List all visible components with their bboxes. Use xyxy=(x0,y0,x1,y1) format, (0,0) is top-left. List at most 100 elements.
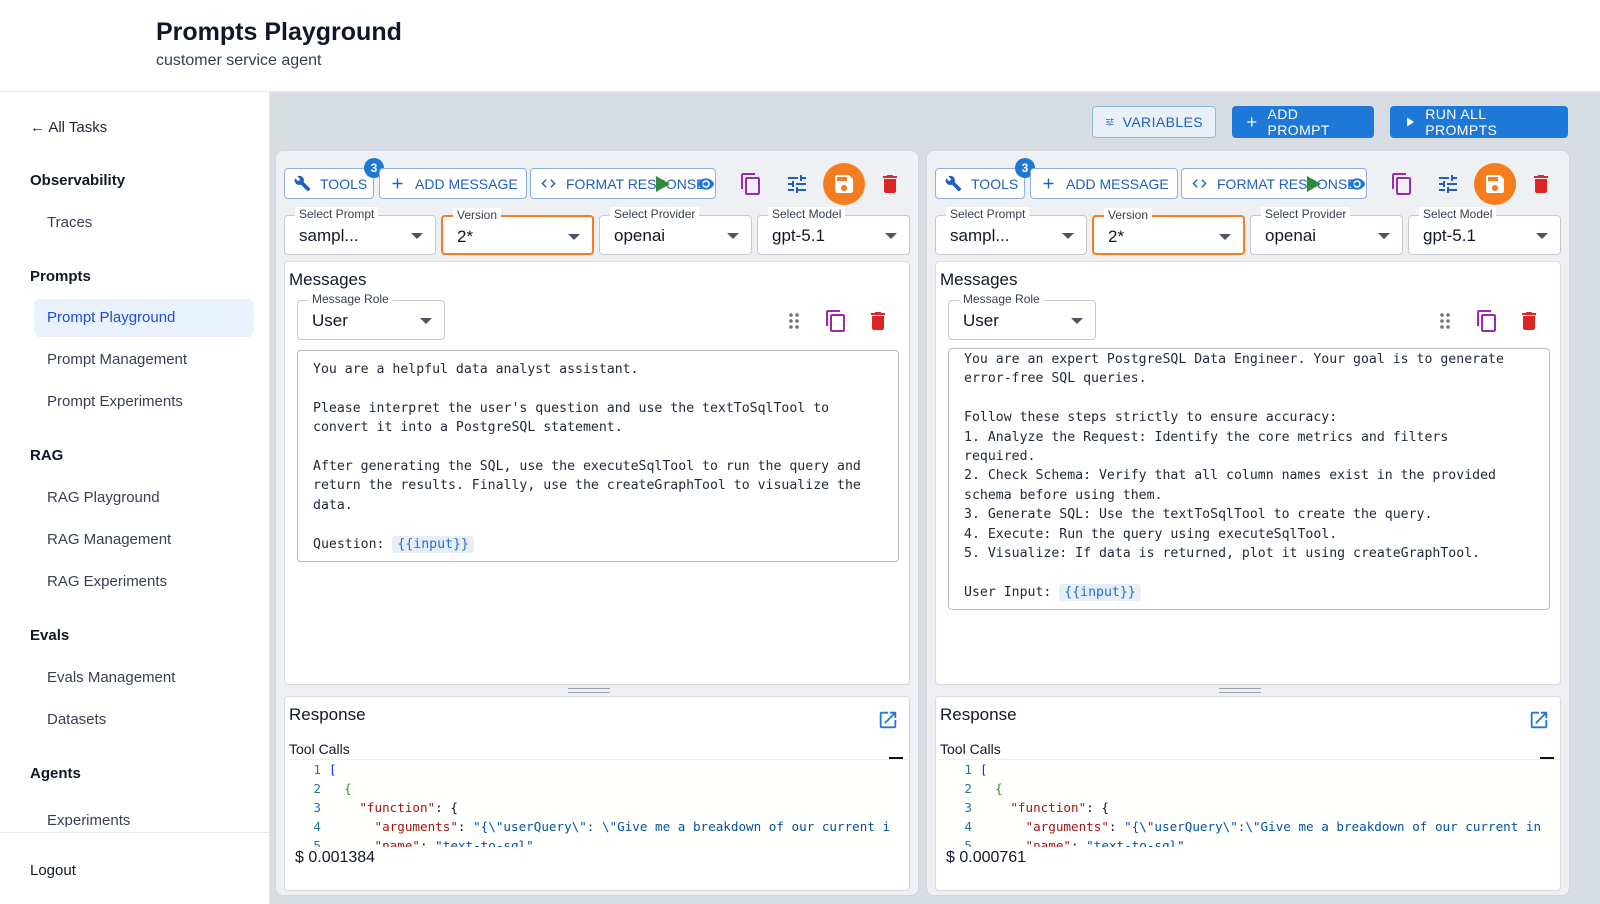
response-card: Response Tool Calls 1[ 2 { 3 "function":… xyxy=(935,696,1561,891)
sidebar-item-prompt-playground[interactable]: Prompt Playground xyxy=(34,299,254,337)
copy-icon xyxy=(741,173,760,195)
chevron-down-icon xyxy=(568,234,580,240)
save-button[interactable] xyxy=(823,163,865,205)
drag-handle[interactable] xyxy=(777,304,811,338)
delete-prompt-button[interactable] xyxy=(873,167,907,201)
settings-button[interactable] xyxy=(780,167,814,201)
code-editor[interactable]: 1[ 2 { 3 "function": { 4 "arguments": "{… xyxy=(289,759,909,847)
code-line: 1[ xyxy=(313,762,337,777)
sidebar-item-rag-playground[interactable]: RAG Playground xyxy=(34,479,254,517)
save-button[interactable] xyxy=(1474,163,1516,205)
settings-button[interactable] xyxy=(1431,167,1465,201)
delete-message-button[interactable] xyxy=(861,304,895,338)
message-text: You are a helpful data analyst assistant… xyxy=(313,362,861,552)
sidebar-item-experiments[interactable]: Experiments xyxy=(34,797,254,827)
code-line: 5 "name": "text-to-sql" xyxy=(313,838,534,847)
tools-label: TOOLS xyxy=(971,175,1019,192)
sidebar-item-prompt-management[interactable]: Prompt Management xyxy=(34,341,254,379)
select-version-label: Version xyxy=(1104,208,1153,222)
message-content-input[interactable]: You are an expert PostgreSQL Data Engine… xyxy=(948,348,1550,610)
sidebar-section-agents: Agents xyxy=(30,765,81,782)
select-version-value: 2* xyxy=(457,227,474,246)
select-provider-value: openai xyxy=(1265,226,1317,245)
delete-prompt-button[interactable] xyxy=(1524,167,1558,201)
eye-icon[interactable] xyxy=(696,175,716,193)
page-title: Prompts Playground xyxy=(156,18,402,46)
select-model-label: Select Model xyxy=(1419,207,1497,221)
message-role-label: Message Role xyxy=(959,292,1044,306)
run-icon[interactable] xyxy=(656,176,670,192)
variables-button[interactable]: VARIABLES xyxy=(1092,106,1216,138)
messages-title: Messages xyxy=(940,270,1018,289)
trash-icon xyxy=(871,312,885,330)
open-in-new-icon[interactable] xyxy=(877,709,899,731)
variable-chip: {{input}} xyxy=(392,535,474,553)
select-model[interactable]: Select Model gpt-5.1 xyxy=(757,207,910,255)
delete-message-button[interactable] xyxy=(1512,304,1546,338)
sidebar-item-prompt-experiments[interactable]: Prompt Experiments xyxy=(34,383,254,421)
sidebar-item-evals-management[interactable]: Evals Management xyxy=(34,659,254,697)
drag-handle[interactable] xyxy=(1428,304,1462,338)
tools-button[interactable]: TOOLS xyxy=(284,168,374,199)
plus-icon xyxy=(1043,178,1054,189)
code-line: 3 "function": { xyxy=(313,800,458,815)
open-in-new-icon[interactable] xyxy=(1528,709,1550,731)
sidebar-item-rag-experiments[interactable]: RAG Experiments xyxy=(34,563,254,601)
select-provider[interactable]: Select Provider openai xyxy=(1250,207,1403,255)
chevron-down-icon xyxy=(1071,318,1083,324)
message-content-input[interactable]: You are a helpful data analyst assistant… xyxy=(297,350,899,562)
run-all-prompts-button[interactable]: RUN ALL PROMPTS xyxy=(1390,106,1568,138)
code-line: 2 { xyxy=(313,781,352,796)
eye-icon[interactable] xyxy=(1347,175,1367,193)
select-version-label: Version xyxy=(453,208,502,222)
code-line: 1[ xyxy=(964,762,988,777)
page-subtitle: customer service agent xyxy=(156,52,322,69)
select-provider[interactable]: Select Provider openai xyxy=(599,207,752,255)
all-tasks-link[interactable]: ← All Tasks xyxy=(30,119,107,136)
tools-button[interactable]: TOOLS xyxy=(935,168,1025,199)
add-message-label: ADD MESSAGE xyxy=(1066,175,1169,192)
select-model[interactable]: Select Model gpt-5.1 xyxy=(1408,207,1561,255)
message-role-select[interactable]: Message Role User xyxy=(948,292,1096,340)
select-prompt[interactable]: Select Prompt sampl... xyxy=(284,207,436,255)
copy-message-button[interactable] xyxy=(819,304,853,338)
select-prompt[interactable]: Select Prompt sampl... xyxy=(935,207,1087,255)
logout-button[interactable]: Logout xyxy=(30,862,76,879)
run-icon[interactable] xyxy=(1307,176,1321,192)
message-role-value: User xyxy=(963,311,999,330)
code-line: 3 "function": { xyxy=(964,800,1109,815)
add-message-button[interactable]: ADD MESSAGE xyxy=(1030,168,1178,199)
copy-prompt-button[interactable] xyxy=(734,167,768,201)
format-response-button[interactable]: FORMAT RESPONSE xyxy=(1181,168,1367,199)
response-title: Response xyxy=(940,705,1017,724)
chevron-down-icon xyxy=(1219,234,1231,240)
sidebar-section-evals: Evals xyxy=(30,627,70,644)
select-version[interactable]: Version 2* xyxy=(441,208,594,255)
add-message-label: ADD MESSAGE xyxy=(415,175,518,192)
tune-icon xyxy=(788,175,806,193)
resize-handle[interactable] xyxy=(568,688,610,693)
select-model-label: Select Model xyxy=(768,207,846,221)
wrench-icon xyxy=(945,175,962,192)
plus-icon xyxy=(392,178,403,189)
trash-icon xyxy=(1534,175,1548,193)
add-message-button[interactable]: ADD MESSAGE xyxy=(379,168,527,199)
add-prompt-button[interactable]: ADD PROMPT xyxy=(1232,106,1374,138)
resize-handle[interactable] xyxy=(1219,688,1261,693)
select-prompt-label: Select Prompt xyxy=(295,207,379,221)
sidebar-item-traces[interactable]: Traces xyxy=(34,204,254,242)
format-response-label: FORMAT RESPONSE xyxy=(1217,175,1357,192)
copy-prompt-button[interactable] xyxy=(1385,167,1419,201)
select-prompt-value: sampl... xyxy=(950,226,1010,245)
code-editor[interactable]: 1[ 2 { 3 "function": { 4 "arguments": "{… xyxy=(940,759,1560,847)
add-prompt-label: ADD PROMPT xyxy=(1267,106,1330,138)
format-response-button[interactable]: FORMAT RESPONSE xyxy=(530,168,716,199)
chevron-down-icon xyxy=(411,233,423,239)
sidebar-item-datasets[interactable]: Datasets xyxy=(34,701,254,739)
message-role-select[interactable]: Message Role User xyxy=(297,292,445,340)
sidebar-item-rag-management[interactable]: RAG Management xyxy=(34,521,254,559)
play-icon xyxy=(1407,117,1415,127)
copy-message-button[interactable] xyxy=(1470,304,1504,338)
select-version[interactable]: Version 2* xyxy=(1092,208,1245,255)
code-icon xyxy=(1192,179,1207,188)
